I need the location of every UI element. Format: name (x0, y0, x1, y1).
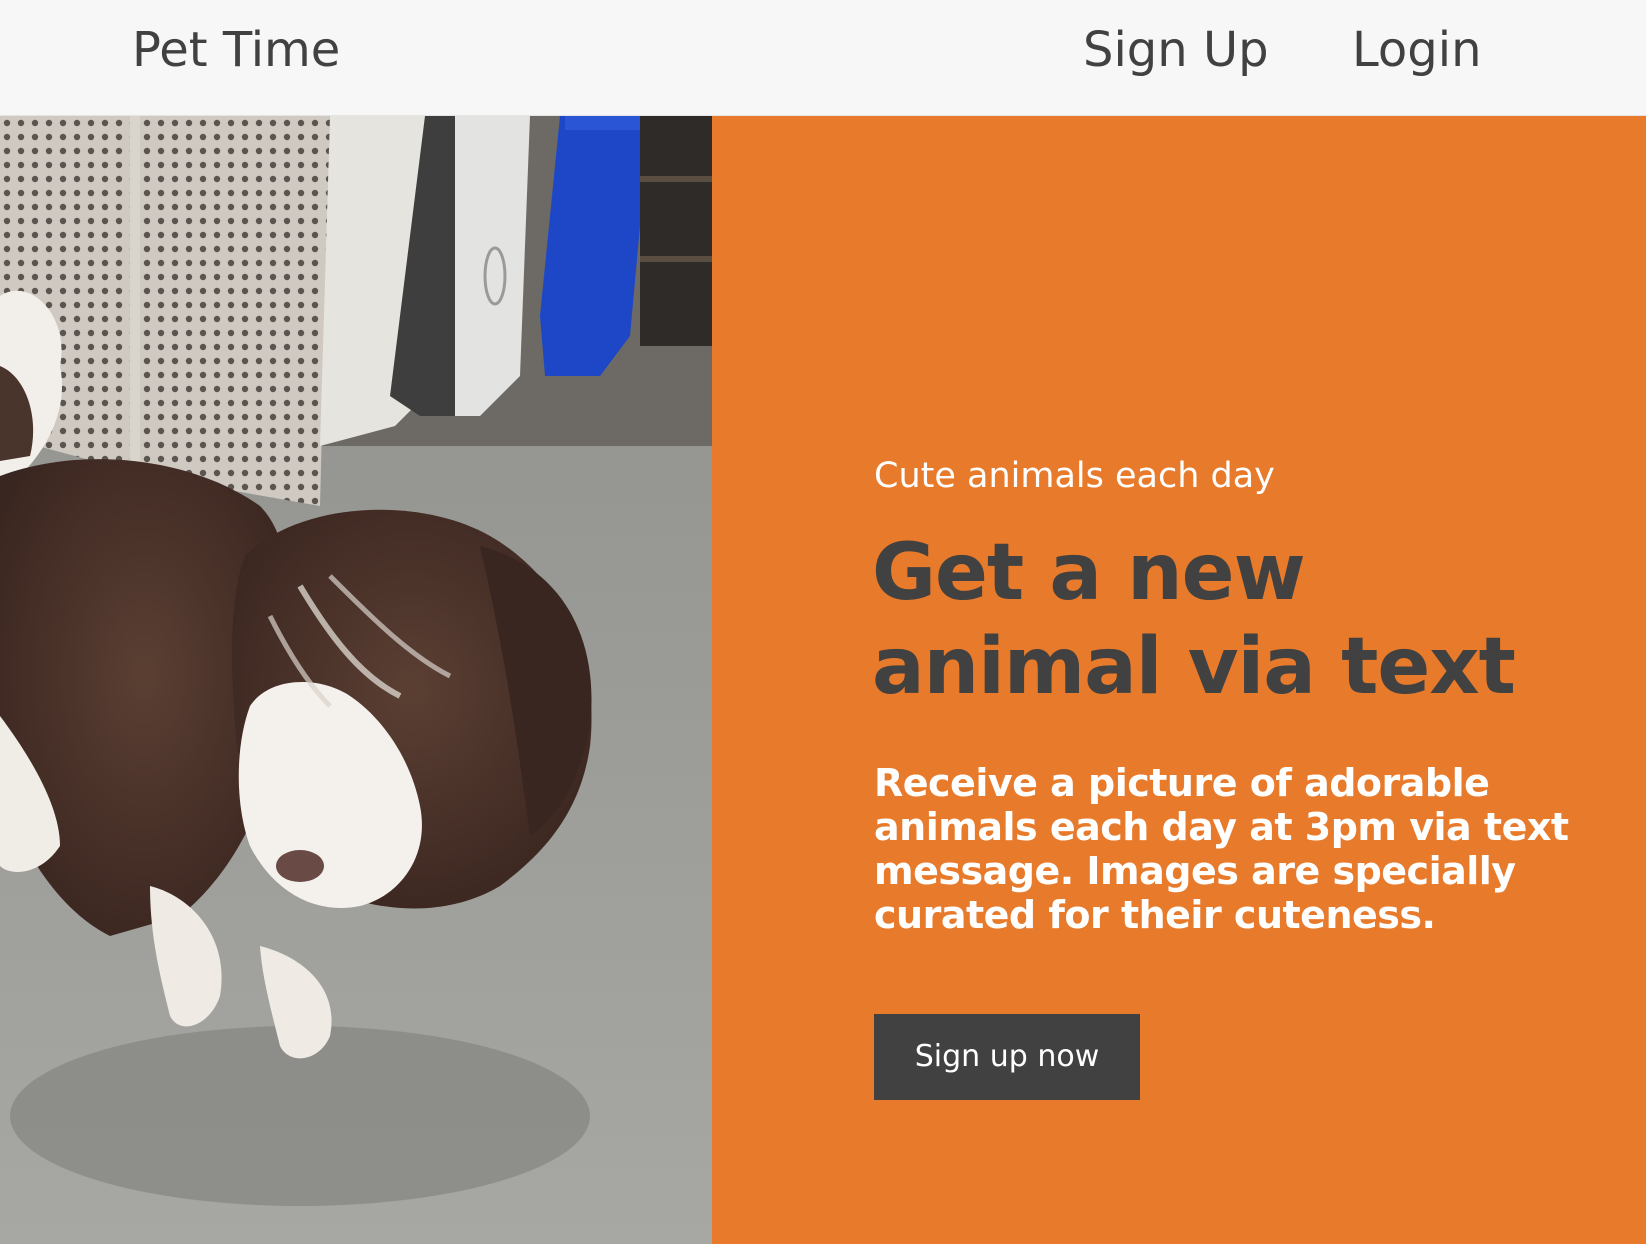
hero-dog-photo (0, 116, 712, 1244)
brand-logo[interactable]: Pet Time (132, 20, 340, 80)
hero-eyebrow: Cute animals each day (874, 456, 1275, 496)
nav-login-link[interactable]: Login (1352, 20, 1482, 80)
hero-content-panel: Cute animals each day Get a new animal v… (712, 116, 1646, 1244)
sign-up-now-button[interactable]: Sign up now (874, 1014, 1140, 1100)
hero-headline: Get a new animal via text (872, 528, 1516, 712)
hero-description: Receive a picture of adorable animals ea… (874, 761, 1569, 937)
hero-section: Cute animals each day Get a new animal v… (0, 116, 1646, 1244)
navbar: Pet Time Sign Up Login (0, 0, 1646, 116)
nav-sign-up-link[interactable]: Sign Up (1083, 20, 1269, 80)
